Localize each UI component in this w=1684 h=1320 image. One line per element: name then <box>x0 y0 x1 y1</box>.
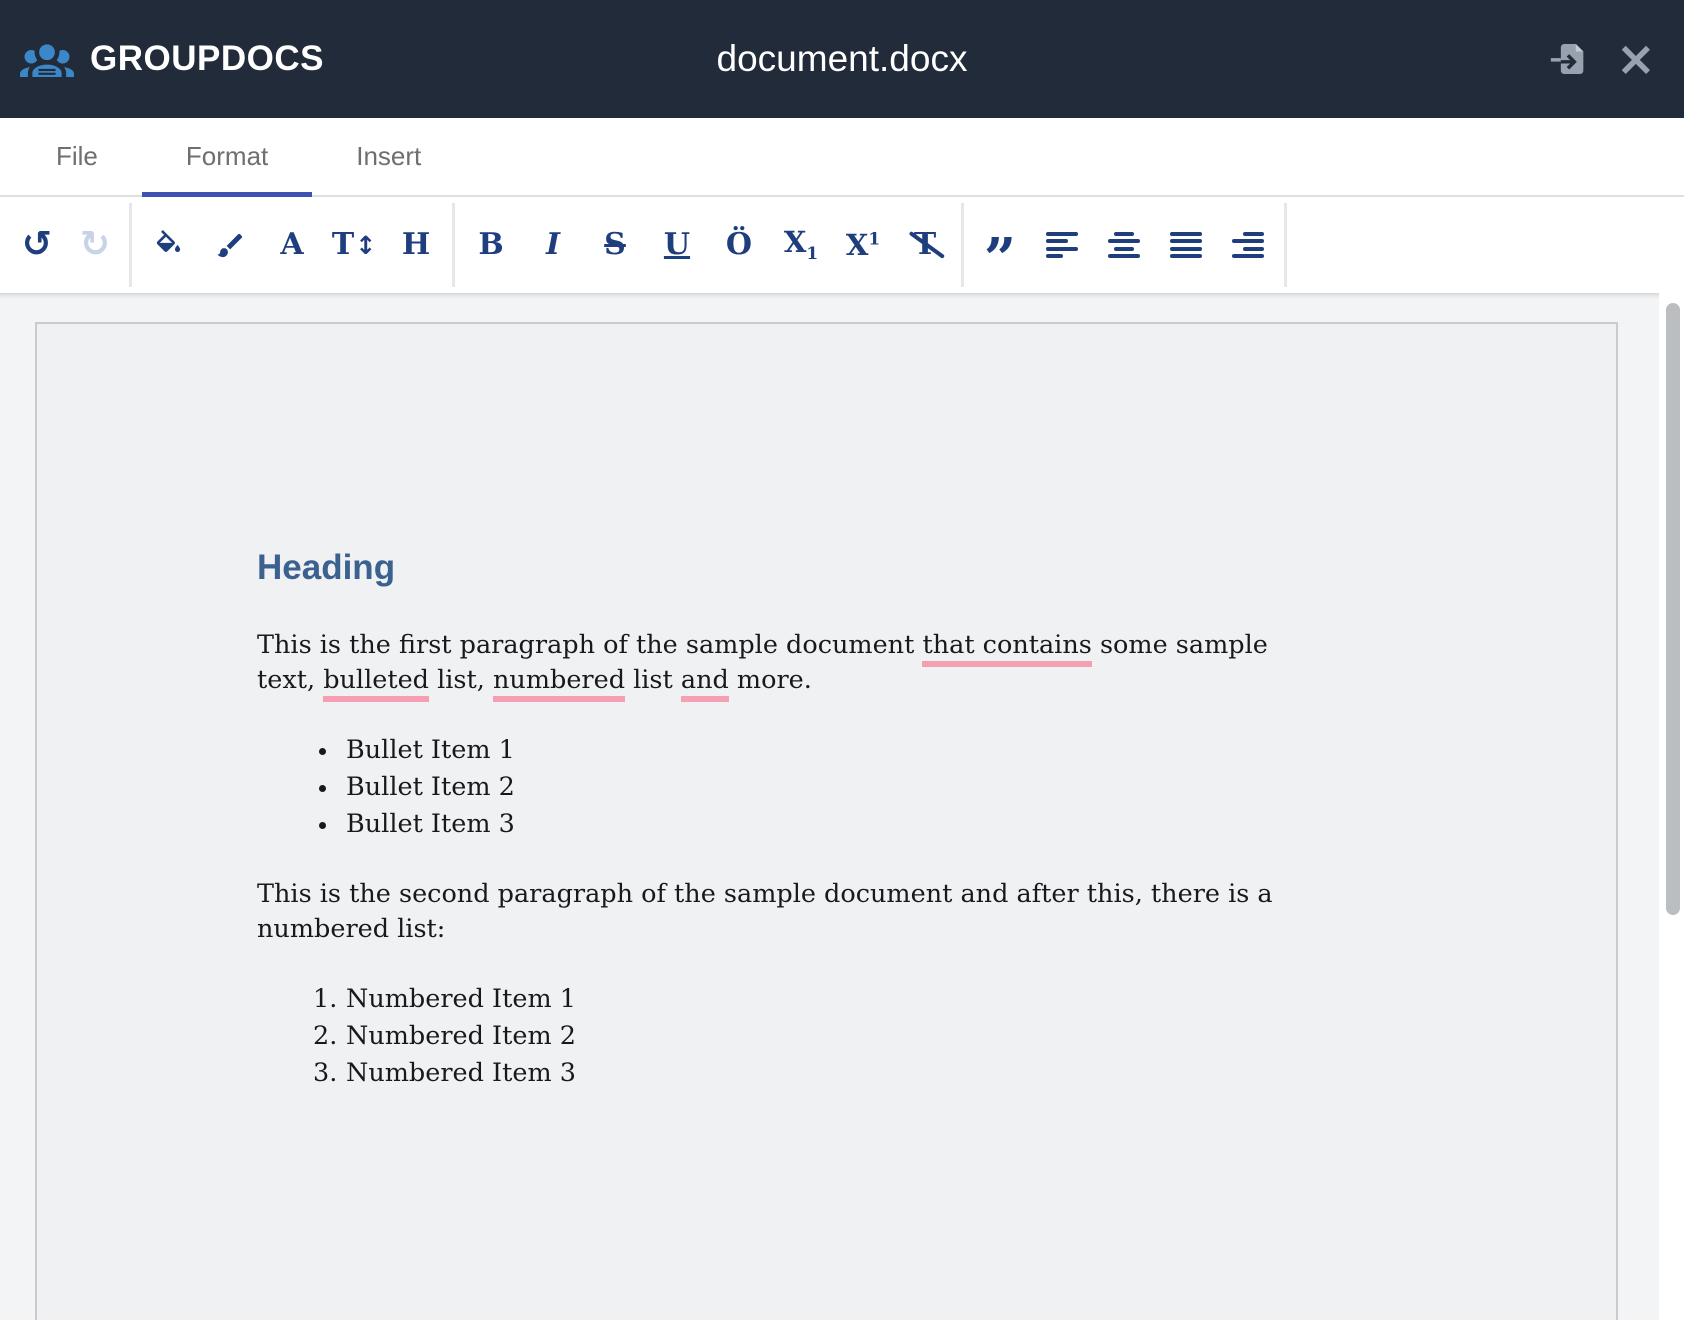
redo-button[interactable]: ↻ <box>66 214 124 276</box>
document-page[interactable]: Heading This is the first paragraph of t… <box>35 322 1618 1320</box>
font-size-icon: T <box>332 230 354 260</box>
file-export-icon <box>1550 39 1590 79</box>
vertical-scrollbar[interactable] <box>1659 293 1684 1320</box>
toolbar-separator <box>1284 203 1287 287</box>
font-color-button[interactable]: A <box>261 214 323 276</box>
marked-text: numbered <box>493 665 625 702</box>
list-item: Bullet Item 3 <box>257 806 1277 843</box>
list-item: Bullet Item 1 <box>257 732 1277 769</box>
align-center-icon <box>1108 232 1140 259</box>
bold-icon: B <box>478 230 503 260</box>
export-document-button[interactable] <box>1550 39 1590 79</box>
document-title: document.docx <box>717 38 968 80</box>
font-size-arrows-icon: ↕ <box>355 231 376 260</box>
strikethrough-button[interactable]: S <box>584 214 646 276</box>
strikethrough-icon: S <box>604 230 626 260</box>
superscript-button[interactable]: X1 <box>832 214 894 276</box>
superscript-icon: X1 <box>846 231 880 260</box>
underline-icon: U <box>664 230 690 260</box>
underline-button[interactable]: U <box>646 214 708 276</box>
undo-icon: ↺ <box>22 227 52 263</box>
subscript-icon: X1 <box>784 228 818 263</box>
doc-paragraph-1: This is the first paragraph of the sampl… <box>257 628 1277 698</box>
align-left-button[interactable] <box>1031 214 1093 276</box>
list-item: Numbered Item 3 <box>257 1055 1277 1092</box>
toolbar-separator <box>129 203 132 287</box>
list-item: Bullet Item 2 <box>257 769 1277 806</box>
align-right-button[interactable] <box>1217 214 1279 276</box>
align-left-icon <box>1046 232 1078 259</box>
list-item: Numbered Item 2 <box>257 1018 1277 1055</box>
doc-paragraph-2: This is the second paragraph of the samp… <box>257 877 1277 947</box>
document-content: Heading This is the first paragraph of t… <box>257 545 1277 1092</box>
text-run: This is the first paragraph of the sampl… <box>257 630 922 660</box>
brand-name: GROUPDOCS <box>90 39 324 79</box>
bold-button[interactable]: B <box>460 214 522 276</box>
document-viewer: Heading This is the first paragraph of t… <box>0 293 1684 1320</box>
marked-text: and <box>681 665 729 702</box>
clear-formatting-button[interactable]: T <box>894 214 956 276</box>
tab-insert[interactable]: Insert <box>312 118 465 195</box>
tab-file[interactable]: File <box>12 118 142 195</box>
font-size-button[interactable]: T ↕ <box>323 214 385 276</box>
align-right-icon <box>1232 232 1264 259</box>
format-toolbar: ↺ ↻ A T ↕ H B I S U Ö X1 X1 <box>0 197 1684 293</box>
italic-button[interactable]: I <box>522 214 584 276</box>
toolbar-separator <box>452 203 455 287</box>
header-actions: × <box>1550 35 1684 83</box>
redo-icon: ↻ <box>80 227 110 263</box>
close-button[interactable]: × <box>1616 35 1656 83</box>
heading-icon: H <box>402 230 430 260</box>
close-icon: × <box>1616 35 1656 83</box>
heading-style-button[interactable]: H <box>385 214 447 276</box>
align-center-button[interactable] <box>1093 214 1155 276</box>
numbered-list: Numbered Item 1Numbered Item 2Numbered I… <box>257 981 1277 1092</box>
align-justify-button[interactable] <box>1155 214 1217 276</box>
app-window: { "header": { "brand": "GROUPDOCS", "tit… <box>0 0 1684 1320</box>
fill-color-icon <box>153 230 184 261</box>
text-run: list, <box>429 665 493 695</box>
toolbar-separator <box>961 203 964 287</box>
brand: GROUPDOCS <box>0 32 324 86</box>
groupdocs-logo-icon <box>20 32 74 86</box>
tab-format[interactable]: Format <box>142 118 312 195</box>
undo-button[interactable]: ↺ <box>8 214 66 276</box>
diacritics-icon: Ö <box>726 230 752 260</box>
align-justify-icon <box>1170 232 1202 259</box>
brush-icon <box>215 230 246 261</box>
marked-text: that contains <box>922 630 1091 667</box>
scrollbar-thumb[interactable] <box>1666 303 1680 915</box>
font-color-icon: A <box>280 230 303 260</box>
list-item: Numbered Item 1 <box>257 981 1277 1018</box>
blockquote-button[interactable]: ” <box>969 214 1031 276</box>
text-run: more. <box>729 665 812 695</box>
app-header: GROUPDOCS document.docx × <box>0 0 1684 118</box>
diacritics-button[interactable]: Ö <box>708 214 770 276</box>
subscript-button[interactable]: X1 <box>770 214 832 276</box>
doc-heading: Heading <box>257 545 1277 591</box>
ribbon-tabbar: File Format Insert <box>0 118 1684 197</box>
bullet-list: Bullet Item 1Bullet Item 2Bullet Item 3 <box>257 732 1277 843</box>
marked-text: bulleted <box>323 665 429 702</box>
italic-icon: I <box>546 230 560 260</box>
highlight-brush-button[interactable] <box>199 214 261 276</box>
text-run: list <box>625 665 681 695</box>
fill-color-button[interactable] <box>137 214 199 276</box>
